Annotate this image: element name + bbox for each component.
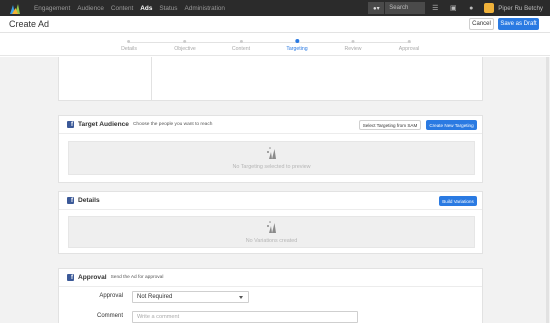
card-subtitle: Send the Ad for approval — [110, 275, 164, 280]
create-targeting-button[interactable]: Create New Targeting — [426, 120, 477, 130]
card-title: Target Audience — [78, 121, 129, 128]
previous-section-card — [58, 57, 483, 101]
targeting-preview-empty: No Targeting selected to preview — [68, 141, 475, 175]
page-header: Create Ad Cancel Save as Draft — [0, 16, 550, 33]
facebook-icon: f — [67, 274, 74, 281]
empty-state-text: No Variations created — [245, 238, 298, 244]
details-card: f Details Build Variations No Variations… — [58, 191, 483, 254]
step-label: Approval — [398, 46, 420, 52]
step-dot — [127, 40, 131, 43]
user-icon: ●▾ — [372, 5, 380, 12]
nav-item-administration[interactable]: Administration — [185, 5, 226, 12]
sparkle-icon — [265, 220, 279, 234]
nav-item-content[interactable]: Content — [111, 5, 133, 12]
bell-icon[interactable]: ● — [463, 2, 479, 14]
target-audience-card: f Target Audience Choose the people you … — [58, 115, 483, 183]
chevron-down-icon — [239, 296, 243, 299]
step-objective[interactable]: Objective — [174, 38, 196, 52]
page-title: Create Ad — [9, 19, 50, 29]
stepper-line — [129, 42, 411, 43]
facebook-icon: f — [67, 121, 74, 128]
approval-selected-value: Not Required — [137, 294, 173, 300]
nav-item-status[interactable]: Status — [159, 5, 177, 12]
nav-item-ads[interactable]: Ads — [140, 5, 152, 12]
card-subtitle: Choose the people you want to reach — [132, 122, 213, 127]
avatar[interactable] — [484, 3, 495, 13]
step-targeting[interactable]: Targeting — [286, 38, 308, 52]
step-dot — [239, 40, 243, 43]
step-dot — [351, 40, 355, 43]
card-divider — [151, 57, 152, 101]
nav-item-engagement[interactable]: Engagement — [34, 5, 70, 12]
main-content: f Target Audience Choose the people you … — [0, 57, 550, 323]
cancel-button[interactable]: Cancel — [469, 18, 494, 30]
step-label: Review — [344, 46, 362, 52]
card-title: Details — [78, 197, 100, 204]
step-dot-active — [295, 39, 299, 43]
step-dot — [183, 40, 187, 43]
step-label: Targeting — [286, 46, 308, 52]
search-placeholder: Search — [389, 5, 409, 11]
comment-label: Comment — [96, 313, 123, 319]
progress-stepper: Details Objective Content Targeting Revi… — [0, 34, 550, 56]
step-label: Objective — [174, 46, 196, 52]
step-content[interactable]: Content — [232, 38, 250, 52]
facebook-icon: f — [67, 197, 74, 204]
inbox-icon[interactable]: ▣ — [445, 2, 461, 14]
sparkle-icon — [265, 146, 279, 160]
nav-item-audience[interactable]: Audience — [77, 5, 104, 12]
user-name-menu[interactable]: Piper Ru Betchy — [498, 5, 543, 12]
scrollbar[interactable] — [546, 57, 549, 323]
build-variations-button[interactable]: Build Variations — [439, 196, 477, 206]
search-input[interactable]: Search — [385, 2, 426, 14]
step-approval[interactable]: Approval — [399, 38, 419, 52]
top-navigation-bar: Engagement Audience Content Ads Status A… — [0, 0, 550, 16]
step-label: Content — [231, 46, 251, 52]
approval-select[interactable]: Not Required — [132, 291, 249, 303]
step-details[interactable]: Details — [121, 38, 137, 52]
step-dot — [407, 40, 411, 43]
step-review[interactable]: Review — [344, 38, 362, 52]
approval-label: Approval — [99, 293, 123, 299]
step-label: Details — [121, 46, 137, 52]
comment-input[interactable]: Write a comment — [132, 311, 358, 323]
variations-empty: No Variations created — [68, 216, 475, 248]
card-title: Approval — [78, 274, 107, 281]
comment-placeholder: Write a comment — [137, 314, 180, 320]
card-header: f Details Build Variations — [59, 192, 482, 210]
user-scope-button[interactable]: ●▾ — [368, 2, 385, 14]
list-icon[interactable]: ☰ — [427, 2, 443, 14]
save-as-draft-button[interactable]: Save as Draft — [498, 18, 539, 30]
card-header: f Target Audience Choose the people you … — [59, 116, 482, 134]
card-header: f Approval Send the Ad for approval — [59, 269, 482, 287]
select-targeting-button[interactable]: Select Targeting from SAM — [359, 120, 421, 130]
empty-state-text: No Targeting selected to preview — [232, 164, 311, 170]
approval-card: f Approval Send the Ad for approval Appr… — [58, 268, 483, 323]
app-logo-icon[interactable] — [9, 2, 22, 14]
